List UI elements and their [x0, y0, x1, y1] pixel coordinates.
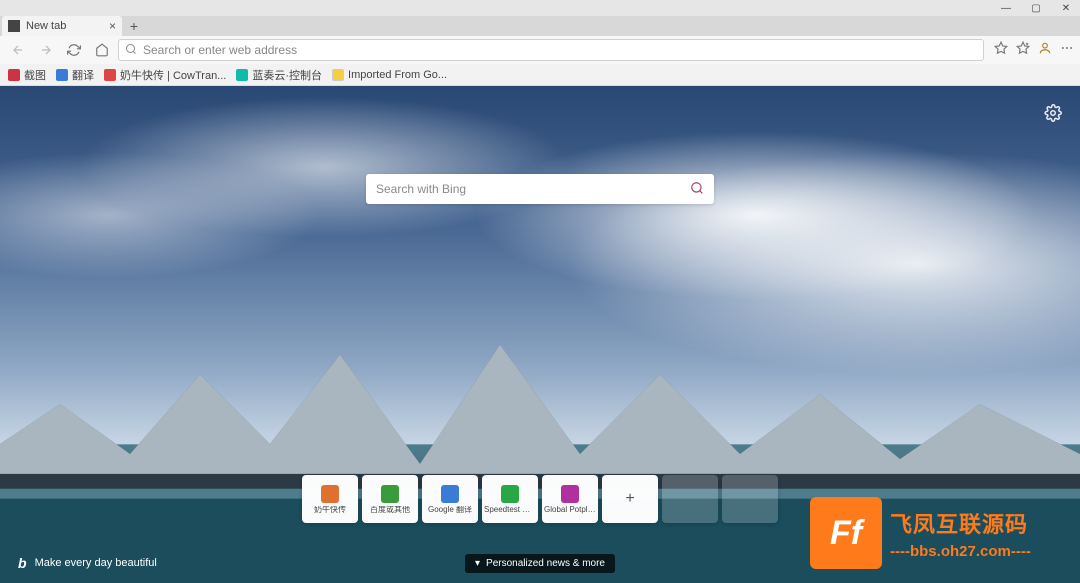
- address-placeholder: Search or enter web address: [143, 43, 297, 57]
- window-maximize-button[interactable]: ▢: [1028, 3, 1044, 14]
- watermark-line2: ----bbs.oh27.com----: [890, 543, 1031, 560]
- bing-credit-text: Make every day beautiful: [35, 557, 157, 569]
- refresh-button[interactable]: [62, 38, 86, 62]
- bookmark-label: 蓝奏云·控制台: [252, 67, 322, 83]
- top-site-tile[interactable]: Global Potplayer: [542, 475, 598, 523]
- arrow-right-icon: [39, 43, 53, 57]
- window-minimize-button[interactable]: —: [998, 3, 1014, 14]
- plus-icon: +: [621, 490, 639, 508]
- tile-icon: [561, 485, 579, 503]
- gear-icon: [1044, 104, 1062, 122]
- chevron-down-icon: ▾: [475, 558, 480, 569]
- news-toggle-button[interactable]: ▾ Personalized news & more: [465, 554, 615, 573]
- top-site-tile[interactable]: Speedtest 由...: [482, 475, 538, 523]
- tile-label: Speedtest 由...: [484, 506, 536, 514]
- back-button[interactable]: [6, 38, 30, 62]
- top-site-tile[interactable]: Google 翻译: [422, 475, 478, 523]
- watermark-line1: 飞凤互联源码: [890, 507, 1031, 539]
- address-bar[interactable]: Search or enter web address: [118, 39, 984, 61]
- refresh-icon: [67, 43, 81, 57]
- favorite-button[interactable]: [994, 41, 1008, 60]
- tile-icon: [441, 485, 459, 503]
- bookmark-label: 翻译: [72, 67, 94, 83]
- tile-label: Global Potplayer: [544, 506, 596, 514]
- search-placeholder: Search with Bing: [376, 182, 466, 196]
- bookmark-item[interactable]: 翻译: [56, 67, 94, 83]
- bookmark-icon: [8, 69, 20, 81]
- close-tab-button[interactable]: ×: [109, 19, 116, 33]
- dots-icon: [1060, 41, 1074, 55]
- more-button[interactable]: [1060, 41, 1074, 60]
- bookmark-icon: [104, 69, 116, 81]
- top-site-empty-slot: [662, 475, 718, 523]
- user-icon: [1038, 41, 1052, 55]
- top-sites-tiles: 奶牛快传 百度或其他 Google 翻译 Speedtest 由... Glob…: [302, 475, 778, 523]
- forward-button[interactable]: [34, 38, 58, 62]
- tab-newtab[interactable]: New tab ×: [2, 16, 122, 36]
- favorites-list-button[interactable]: [1016, 41, 1030, 60]
- tab-favicon-icon: [8, 20, 20, 32]
- bookmark-item[interactable]: 蓝奏云·控制台: [236, 67, 322, 83]
- home-button[interactable]: [90, 38, 114, 62]
- titlebar: — ▢ ✕: [0, 0, 1080, 16]
- star-plus-icon: [1016, 41, 1030, 55]
- watermark: Ff 飞凤互联源码 ----bbs.oh27.com----: [800, 483, 1080, 583]
- watermark-logo-icon: Ff: [810, 497, 882, 569]
- tile-label: 奶牛快传: [314, 506, 346, 514]
- bookmarks-bar: 截图 翻译 奶牛快传 | CowTran... 蓝奏云·控制台 Imported…: [0, 64, 1080, 86]
- top-site-tile[interactable]: 百度或其他: [362, 475, 418, 523]
- star-icon: [994, 41, 1008, 55]
- bookmark-icon: [236, 69, 248, 81]
- bing-logo-icon: b: [18, 555, 27, 571]
- nav-row: Search or enter web address: [0, 36, 1080, 64]
- new-tab-button[interactable]: +: [122, 16, 146, 36]
- search-icon: [125, 43, 137, 58]
- tile-icon: [381, 485, 399, 503]
- bookmark-label: 截图: [24, 67, 46, 83]
- bookmark-item[interactable]: 截图: [8, 67, 46, 83]
- tile-icon: [321, 485, 339, 503]
- news-label: Personalized news & more: [486, 558, 605, 569]
- add-top-site-button[interactable]: +: [602, 475, 658, 523]
- tile-icon: [501, 485, 519, 503]
- tile-label: Google 翻译: [428, 506, 472, 514]
- bing-search-input[interactable]: Search with Bing: [366, 174, 714, 204]
- home-icon: [95, 43, 109, 57]
- bookmark-label: Imported From Go...: [348, 69, 447, 81]
- page-settings-button[interactable]: [1044, 104, 1062, 127]
- bookmark-item[interactable]: 奶牛快传 | CowTran...: [104, 67, 226, 83]
- window-close-button[interactable]: ✕: [1058, 3, 1074, 14]
- tile-label: 百度或其他: [370, 506, 410, 514]
- bookmark-icon: [56, 69, 68, 81]
- bookmark-label: 奶牛快传 | CowTran...: [120, 67, 226, 83]
- top-site-empty-slot: [722, 475, 778, 523]
- tabs-row: New tab × +: [0, 16, 1080, 36]
- arrow-left-icon: [11, 43, 25, 57]
- profile-button[interactable]: [1038, 41, 1052, 60]
- new-tab-page: Search with Bing 奶牛快传 百度或其他 Google 翻译 Sp…: [0, 86, 1080, 583]
- bookmark-item[interactable]: Imported From Go...: [332, 69, 447, 81]
- bookmark-icon: [332, 69, 344, 81]
- top-site-tile[interactable]: 奶牛快传: [302, 475, 358, 523]
- search-submit-icon[interactable]: [690, 181, 704, 198]
- bing-credit[interactable]: b Make every day beautiful: [18, 555, 157, 571]
- tab-title: New tab: [26, 20, 66, 32]
